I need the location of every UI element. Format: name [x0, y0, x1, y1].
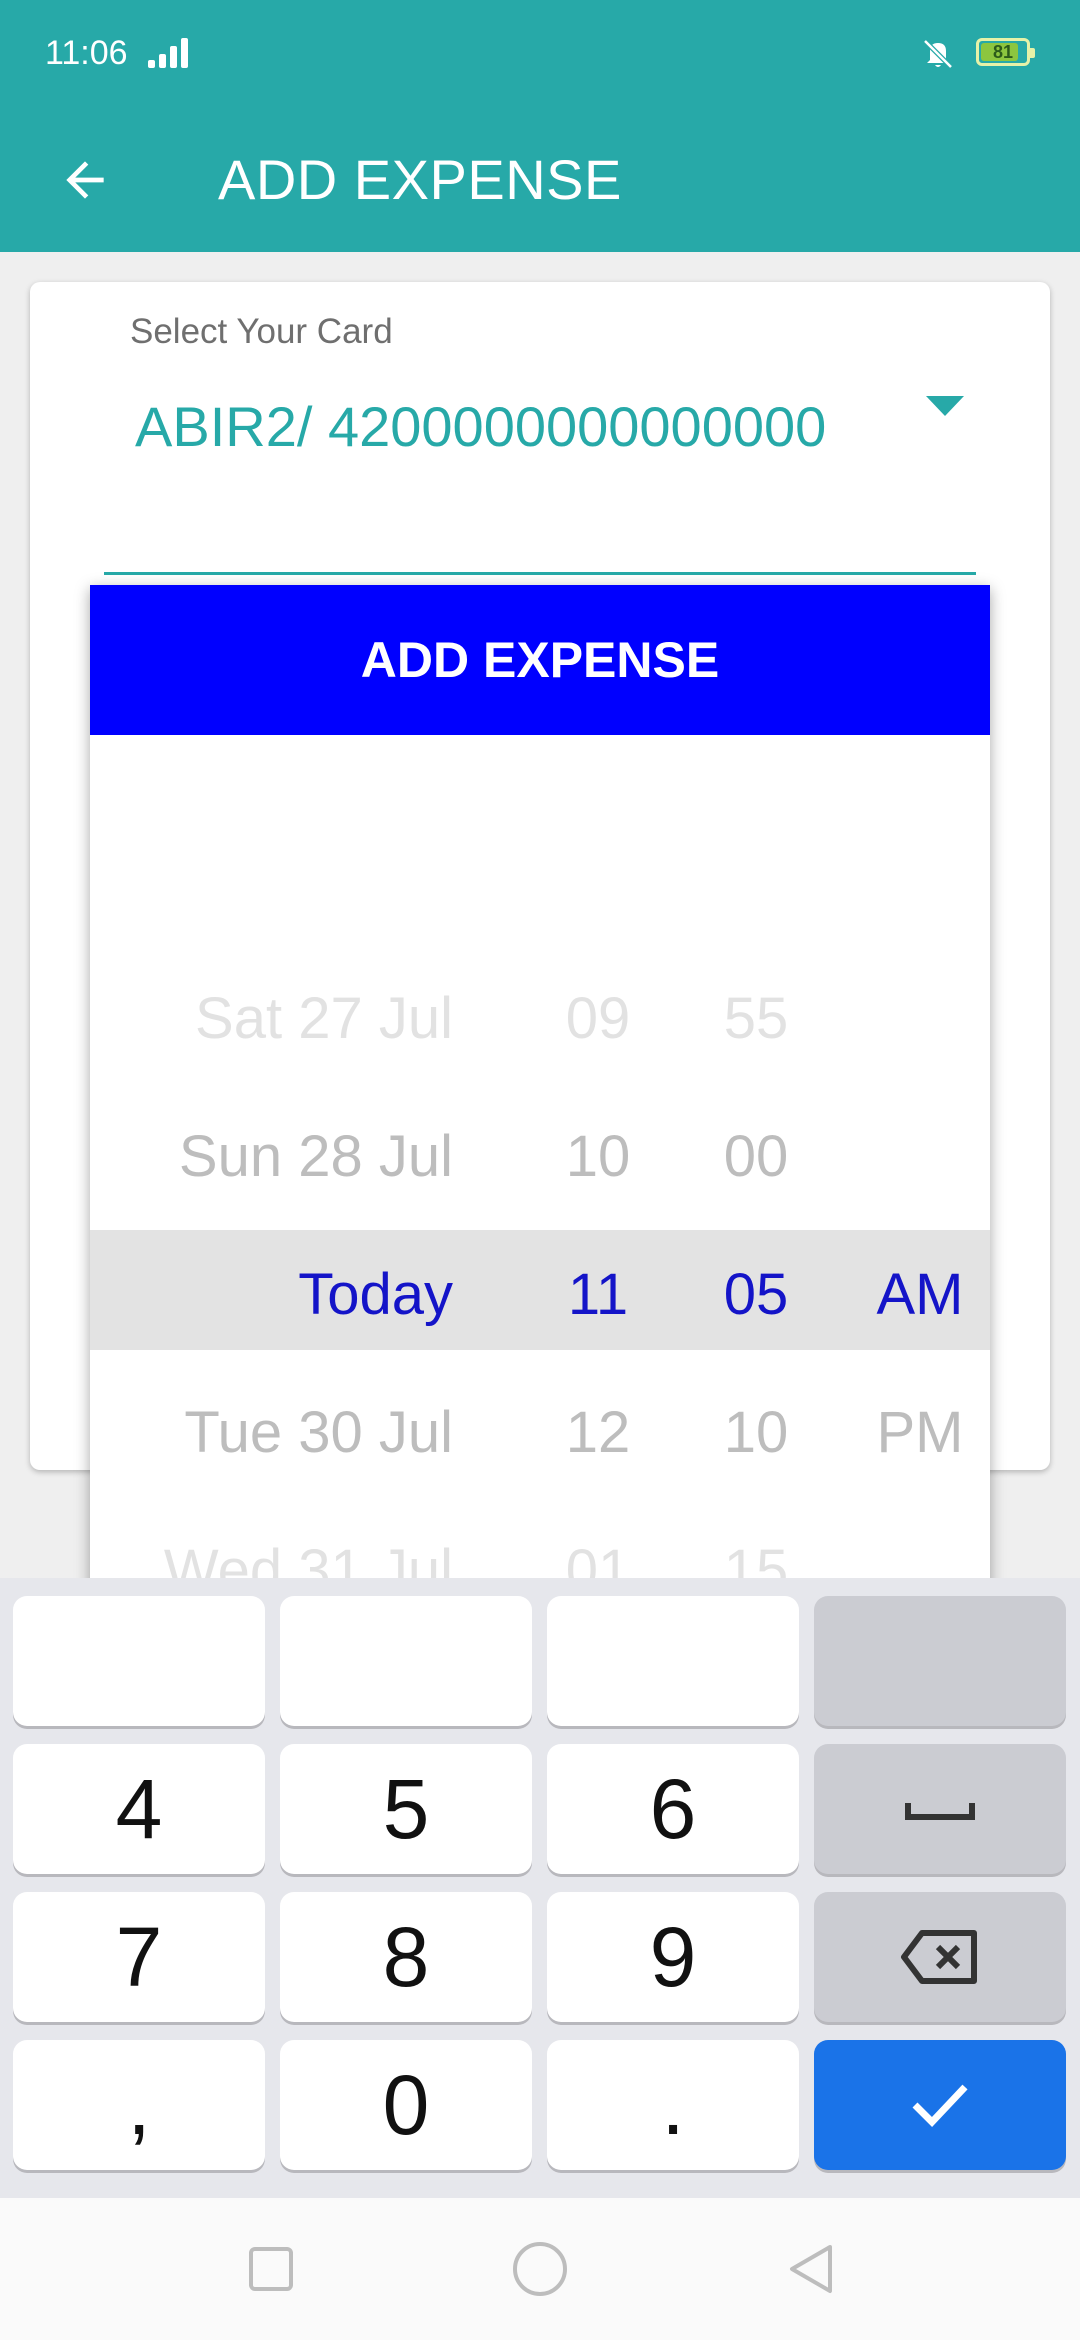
recents-button[interactable]	[236, 2234, 306, 2304]
numeric-keyboard: 4 5 6 7 8 9 , 0 .	[0, 1578, 1080, 2198]
picker-minute-option[interactable]: 10	[676, 1399, 836, 1466]
circle-icon	[513, 2242, 567, 2296]
status-time: 11:06	[45, 34, 128, 72]
picker-date-option[interactable]: Sat 27 Jul	[195, 985, 453, 1052]
card-select-value[interactable]: ABIR2/ 4200000000000000	[135, 392, 915, 462]
key-0[interactable]: 0	[280, 2040, 532, 2170]
key-hidden[interactable]	[547, 1596, 799, 1726]
back-nav-button[interactable]	[775, 2234, 845, 2304]
picker-ampm-selected[interactable]: AM	[830, 1261, 990, 1328]
system-nav-bar	[0, 2198, 1080, 2340]
date-time-dialog: ADD EXPENSE Sat 27 Jul Sun 28 Jul Today …	[90, 585, 990, 1695]
picker-date-selected[interactable]: Today	[298, 1261, 453, 1328]
key-hidden[interactable]	[814, 1596, 1066, 1726]
picker-ampm-option[interactable]: PM	[830, 1399, 990, 1466]
key-hidden[interactable]	[13, 1596, 265, 1726]
date-time-picker[interactable]: Sat 27 Jul Sun 28 Jul Today Tue 30 Jul W…	[90, 735, 990, 1603]
picker-minute-option[interactable]: 55	[676, 985, 836, 1052]
key-9[interactable]: 9	[547, 1892, 799, 2022]
home-button[interactable]	[505, 2234, 575, 2304]
signal-icon	[148, 38, 192, 68]
key-6[interactable]: 6	[547, 1744, 799, 1874]
picker-date-option[interactable]: Sun 28 Jul	[179, 1123, 453, 1190]
vibrate-off-icon	[923, 39, 953, 69]
app-bar: ADD EXPENSE	[0, 110, 1080, 252]
dialog-title: ADD EXPENSE	[90, 585, 990, 735]
check-icon	[912, 2084, 968, 2128]
key-4[interactable]: 4	[13, 1744, 265, 1874]
picker-hour-selected[interactable]: 11	[518, 1261, 678, 1328]
picker-hour-option[interactable]: 10	[518, 1123, 678, 1190]
page-title: ADD EXPENSE	[218, 148, 622, 211]
card-select-underline	[104, 572, 976, 575]
status-bar: 11:06 81	[0, 0, 1080, 110]
key-period[interactable]: .	[547, 2040, 799, 2170]
dropdown-arrow-icon[interactable]	[910, 382, 980, 432]
key-8[interactable]: 8	[280, 1892, 532, 2022]
back-button[interactable]	[40, 140, 130, 220]
key-7[interactable]: 7	[13, 1892, 265, 2022]
key-5[interactable]: 5	[280, 1744, 532, 1874]
space-icon	[905, 1803, 975, 1820]
card-select-label: Select Your Card	[130, 312, 393, 351]
space-key[interactable]	[814, 1744, 1066, 1874]
key-comma[interactable]: ,	[13, 2040, 265, 2170]
picker-minute-selected[interactable]: 05	[676, 1261, 836, 1328]
done-key[interactable]	[814, 2040, 1066, 2170]
picker-hour-option[interactable]: 12	[518, 1399, 678, 1466]
battery-icon: 81	[976, 38, 1035, 66]
picker-minute-option[interactable]: 00	[676, 1123, 836, 1190]
square-icon	[249, 2247, 293, 2291]
arrow-left-icon	[66, 161, 104, 199]
triangle-back-icon	[790, 2245, 832, 2293]
picker-date-option[interactable]: Tue 30 Jul	[184, 1399, 453, 1466]
backspace-key[interactable]	[814, 1892, 1066, 2022]
picker-hour-option[interactable]: 09	[518, 985, 678, 1052]
battery-level: 81	[992, 42, 1014, 62]
key-hidden[interactable]	[280, 1596, 532, 1726]
backspace-icon	[901, 1930, 977, 1984]
